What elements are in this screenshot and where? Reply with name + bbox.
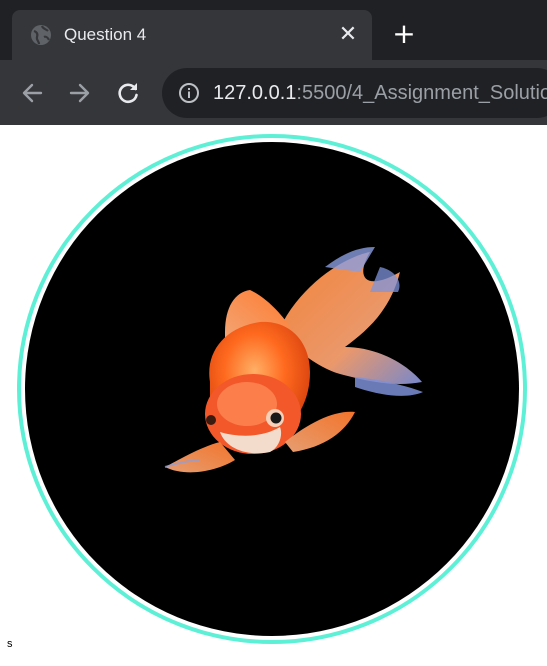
forward-arrow-icon[interactable] — [67, 80, 93, 106]
new-tab-icon[interactable]: + — [390, 20, 418, 48]
info-icon[interactable] — [178, 82, 200, 104]
page-text: s — [7, 638, 13, 650]
address-bar[interactable]: 127.0.0.1:5500/4_Assignment_Solutio — [162, 68, 547, 118]
page-content: s — [0, 125, 547, 666]
goldfish-image — [25, 142, 519, 636]
url-path: :5500/4_Assignment_Solutio — [296, 82, 547, 104]
url-host: 127.0.0.1 — [213, 82, 297, 104]
address-url[interactable]: 127.0.0.1:5500/4_Assignment_Solutio — [213, 81, 547, 105]
close-tab-icon[interactable]: ✕ — [336, 23, 360, 47]
reload-icon[interactable] — [115, 80, 141, 106]
circular-image-frame — [17, 134, 527, 644]
tab-title: Question 4 — [64, 25, 147, 44]
active-tab[interactable]: Question 4 ✕ — [12, 10, 372, 60]
globe-icon — [31, 25, 51, 45]
back-arrow-icon[interactable] — [19, 80, 45, 106]
browser-tab-strip: Question 4 ✕ + — [0, 0, 547, 60]
browser-toolbar: 127.0.0.1:5500/4_Assignment_Solutio — [0, 60, 547, 125]
goldfish-illustration — [164, 247, 423, 473]
